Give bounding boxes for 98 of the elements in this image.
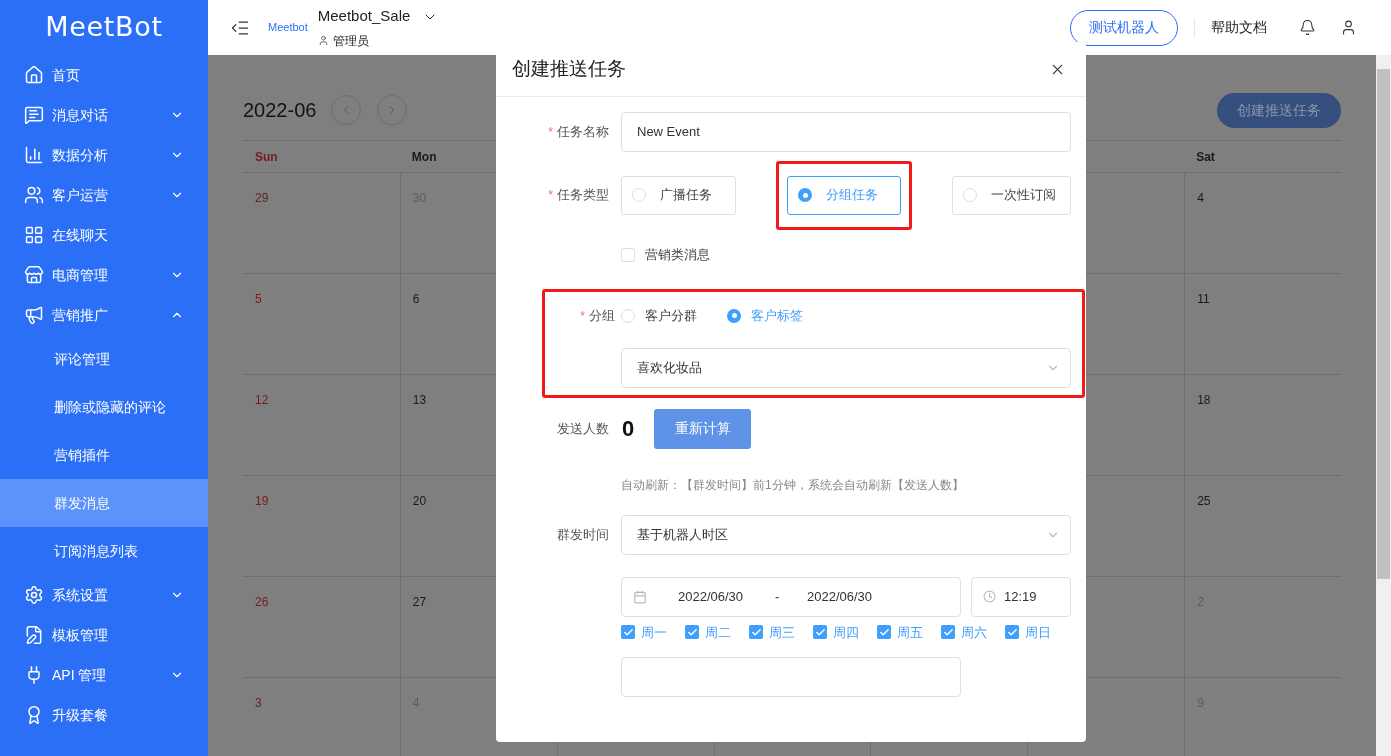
grid-icon — [24, 225, 44, 245]
sidebar-item[interactable]: 电商管理 — [0, 255, 208, 295]
bell-icon[interactable] — [1299, 19, 1316, 36]
checkbox[interactable] — [941, 625, 955, 640]
radio-button[interactable] — [727, 308, 741, 323]
users-icon — [24, 185, 44, 205]
date-number: 29 — [255, 191, 269, 205]
checkbox[interactable] — [813, 625, 827, 640]
sidebar-item[interactable]: 营销推广 — [0, 295, 208, 335]
recipient-count: 0 — [622, 415, 635, 443]
clock-icon — [983, 590, 996, 603]
field-label: 任务类型 — [557, 186, 609, 205]
role-label: 管理员 — [332, 32, 369, 50]
document-edit-icon — [24, 625, 44, 645]
date-number: 27 — [412, 595, 427, 609]
settings-icon — [24, 585, 44, 605]
weekday-header: Mon — [411, 148, 437, 166]
date-number: 12 — [255, 393, 269, 407]
sidebar-item[interactable]: API 管理 — [0, 655, 208, 695]
field-label: 任务名称 — [557, 123, 609, 142]
hint-text: 自动刷新：【群发时间】前1分钟，系统会自动刷新【发送人数】 — [621, 476, 965, 494]
date-number: 20 — [412, 494, 427, 508]
date-number: 25 — [1197, 494, 1211, 508]
weekday-label: 周二 — [705, 623, 731, 642]
weekday-label: 周四 — [833, 623, 859, 642]
date-number: 3 — [255, 696, 262, 710]
date-number: 5 — [255, 292, 262, 306]
checkbox[interactable] — [685, 625, 699, 640]
checkbox[interactable] — [1005, 625, 1019, 640]
field-label: 分组 — [589, 306, 615, 325]
radio-label[interactable]: 客户分群 — [645, 305, 697, 326]
date-range-input[interactable]: 2022/06/30 - 2022/06/30 — [621, 576, 961, 617]
field-label: 发送人数 — [557, 419, 609, 438]
dialog-title: 创建推送任务 — [512, 56, 627, 81]
checkbox[interactable] — [877, 625, 891, 640]
time-input[interactable]: 12:19 — [971, 576, 1071, 617]
task-type-option[interactable]: 分组任务 — [787, 175, 901, 215]
sidebar-subitem[interactable]: 营销插件 — [0, 431, 208, 479]
required-mark: * — [548, 124, 553, 141]
weekday-label: 周一 — [641, 623, 667, 642]
weekday-label: 周日 — [1025, 623, 1051, 642]
sidebar-item[interactable]: 升级套餐 — [0, 695, 208, 735]
create-task-button[interactable]: 创建推送任务 — [1217, 92, 1341, 128]
sidebar-item[interactable]: 数据分析 — [0, 135, 208, 175]
bar-chart-icon — [24, 145, 44, 165]
field-label: 群发时间 — [557, 525, 609, 544]
store-icon — [24, 265, 44, 285]
scrollbar[interactable] — [1376, 55, 1391, 756]
date-number: 4 — [1197, 191, 1204, 205]
date-number: 11 — [1197, 292, 1210, 306]
sidebar-subitem[interactable]: 评论管理 — [0, 335, 208, 383]
radio-button[interactable] — [963, 188, 977, 202]
month-title: 2022-06 — [243, 98, 317, 123]
chat-icon — [24, 105, 44, 125]
weekday-label: 周三 — [769, 623, 795, 642]
task-name-input[interactable]: New Event — [621, 112, 1071, 152]
sidebar-item[interactable]: 消息对话 — [0, 95, 208, 135]
bot-logo: Meetbot — [268, 20, 308, 36]
checkbox-label: 营销类消息 — [645, 246, 710, 264]
date-number: 26 — [255, 595, 269, 609]
sidebar-subitem[interactable]: 订阅消息列表 — [0, 527, 208, 575]
user-icon — [317, 35, 329, 47]
radio-label[interactable]: 客户标签 — [751, 305, 803, 326]
checkbox[interactable] — [621, 247, 635, 262]
help-docs-link[interactable]: 帮助文档 — [1211, 17, 1267, 38]
sidebar-item[interactable]: 系统设置 — [0, 575, 208, 615]
megaphone-icon — [24, 305, 44, 325]
weekday-header: Sat — [1196, 148, 1215, 166]
sidebar-subitem[interactable]: 删除或隐藏的评论 — [0, 383, 208, 431]
timezone-select[interactable]: 基于机器人时区 — [621, 514, 1071, 555]
sidebar-item[interactable]: 在线聊天 — [0, 215, 208, 255]
bot-selector[interactable]: Meetbot_Sale — [317, 5, 439, 28]
required-mark: * — [548, 187, 553, 204]
task-type-option[interactable]: 一次性订阅 — [952, 175, 1071, 215]
required-mark: * — [580, 307, 585, 325]
sidebar-item[interactable]: 首页 — [0, 55, 208, 95]
home-icon — [24, 65, 44, 85]
weekday-header: Sun — [255, 148, 278, 166]
radio-button[interactable] — [798, 188, 812, 202]
date-number: 6 — [412, 292, 420, 306]
checkbox[interactable] — [749, 625, 763, 640]
radio-button[interactable] — [632, 188, 646, 202]
date-number: 19 — [255, 494, 269, 508]
sidebar-item[interactable]: 模板管理 — [0, 615, 208, 655]
sidebar-subitem[interactable]: 群发消息 — [0, 479, 208, 527]
radio-button[interactable] — [621, 308, 635, 323]
date-number: 13 — [412, 393, 427, 407]
sidebar-item[interactable]: 客户运营 — [0, 175, 208, 215]
task-type-option[interactable]: 广播任务 — [621, 175, 736, 215]
brand-logo: MeetBot — [45, 10, 163, 45]
date-number: 18 — [1197, 393, 1211, 407]
weekday-label: 周五 — [897, 623, 923, 642]
user-icon[interactable] — [1340, 19, 1357, 36]
checkbox[interactable] — [621, 625, 635, 640]
recalculate-button[interactable]: 重新计算 — [654, 408, 752, 449]
tag-select[interactable]: 喜欢化妆品 — [621, 347, 1071, 388]
calendar-icon — [633, 589, 647, 604]
weekday-label: 周六 — [961, 623, 987, 642]
